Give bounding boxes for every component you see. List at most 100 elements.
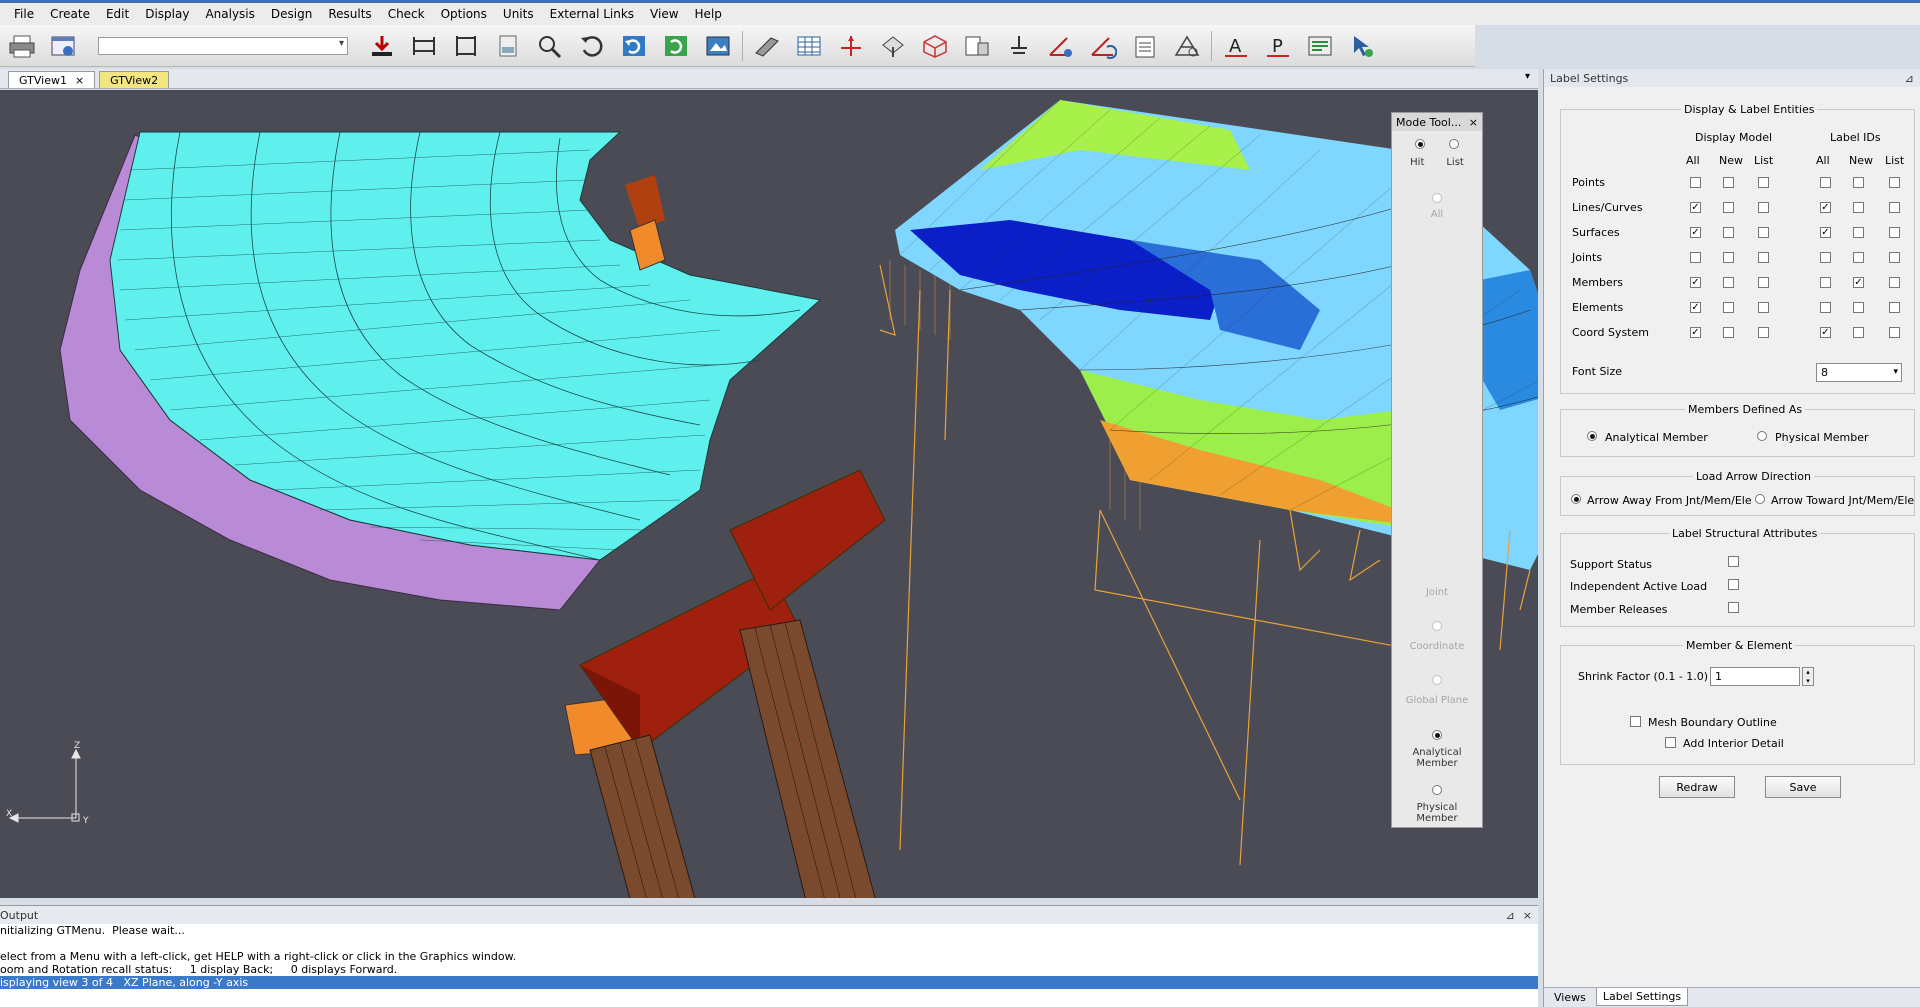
global-plane-radio[interactable] [1432,675,1442,685]
entity-checkbox[interactable] [1889,302,1900,313]
settings-icon[interactable] [1302,29,1338,63]
printer-icon[interactable] [4,29,40,63]
pin-icon[interactable]: ⊿ [1506,909,1515,922]
analytical-member-radio[interactable] [1432,730,1442,740]
close-icon[interactable]: × [1523,909,1532,922]
entity-checkbox[interactable] [1820,277,1831,288]
document-icon[interactable] [490,29,526,63]
hit-radio[interactable] [1415,139,1425,149]
frame-view-icon[interactable] [406,29,442,63]
all-radio[interactable] [1432,193,1442,203]
support-icon[interactable] [1001,29,1037,63]
list-radio[interactable] [1449,139,1459,149]
menu-create[interactable]: Create [42,7,98,21]
entity-checkbox[interactable] [1758,227,1769,238]
font-size-select[interactable]: 8 ▾ [1816,363,1902,382]
entity-checkbox[interactable] [1690,252,1701,263]
menu-file[interactable]: File [6,7,42,21]
tab-gtview2[interactable]: GTView2 [99,71,170,88]
entity-checkbox[interactable] [1758,177,1769,188]
frame-icon[interactable] [448,29,484,63]
entity-checkbox[interactable] [1853,252,1864,263]
entity-checkbox[interactable] [1690,177,1701,188]
entity-checkbox[interactable]: ✓ [1690,227,1701,238]
independent-load-checkbox[interactable] [1728,579,1739,590]
entity-checkbox[interactable] [1723,327,1734,338]
entity-checkbox[interactable] [1853,327,1864,338]
entity-checkbox[interactable]: ✓ [1690,277,1701,288]
pointer-icon[interactable] [1344,29,1380,63]
pin-icon[interactable]: ⊿ [1905,72,1914,85]
entity-checkbox[interactable] [1723,202,1734,213]
arrow-toward-radio[interactable] [1755,494,1765,504]
refresh-icon[interactable] [616,29,652,63]
entity-checkbox[interactable] [1853,227,1864,238]
entity-checkbox[interactable]: ✓ [1820,227,1831,238]
entity-checkbox[interactable]: ✓ [1820,202,1831,213]
entity-checkbox[interactable]: ✓ [1690,302,1701,313]
axis-icon[interactable] [833,29,869,63]
menu-help[interactable]: Help [687,7,730,21]
entity-checkbox[interactable] [1723,227,1734,238]
menu-results[interactable]: Results [320,7,379,21]
analytical-member-option-radio[interactable] [1587,431,1597,441]
menu-design[interactable]: Design [263,7,320,21]
entity-checkbox[interactable] [1723,277,1734,288]
entity-checkbox[interactable] [1758,277,1769,288]
entity-checkbox[interactable] [1889,227,1900,238]
redraw-button[interactable]: Redraw [1659,776,1735,798]
entity-checkbox[interactable] [1889,277,1900,288]
physical-member-radio[interactable] [1432,785,1442,795]
entity-checkbox[interactable] [1889,177,1900,188]
support-status-checkbox[interactable] [1728,556,1739,567]
entity-checkbox[interactable]: ✓ [1820,327,1831,338]
entity-checkbox[interactable] [1758,202,1769,213]
tab-views[interactable]: Views [1548,988,1592,1006]
angle-icon[interactable] [1043,29,1079,63]
entity-checkbox[interactable]: ✓ [1853,277,1864,288]
plane-icon[interactable] [749,29,785,63]
model-info-icon[interactable] [46,29,82,63]
close-icon[interactable]: × [75,74,84,87]
save-button[interactable]: Save [1765,776,1841,798]
download-icon[interactable] [364,29,400,63]
rotate-icon[interactable] [1085,29,1121,63]
entity-checkbox[interactable]: ✓ [1690,202,1701,213]
entity-checkbox[interactable] [1853,202,1864,213]
entity-checkbox[interactable] [1889,202,1900,213]
shrink-factor-input[interactable]: 1 [1710,667,1800,686]
redraw-icon[interactable] [658,29,694,63]
structure-icon[interactable] [1169,29,1205,63]
add-interior-checkbox[interactable] [1665,737,1676,748]
member-releases-checkbox[interactable] [1728,602,1739,613]
mesh-boundary-checkbox[interactable] [1630,716,1641,727]
view-selector-combo[interactable] [98,36,348,55]
spinner-icon[interactable]: ▴ ▾ [1802,667,1814,686]
entity-checkbox[interactable] [1723,177,1734,188]
entity-checkbox[interactable] [1723,302,1734,313]
entity-checkbox[interactable] [1820,177,1831,188]
view-image-icon[interactable] [700,29,736,63]
menu-view[interactable]: View [642,7,686,21]
menu-edit[interactable]: Edit [98,7,137,21]
coordinate-radio[interactable] [1432,621,1442,631]
menu-display[interactable]: Display [137,7,197,21]
entity-checkbox[interactable] [1758,302,1769,313]
entity-checkbox[interactable] [1889,252,1900,263]
clipboard-icon[interactable] [1127,29,1163,63]
entity-checkbox[interactable] [1820,302,1831,313]
entity-checkbox[interactable] [1758,252,1769,263]
tab-label-settings[interactable]: Label Settings [1595,988,1689,1006]
entity-checkbox[interactable] [1889,327,1900,338]
tab-list-arrow-icon[interactable]: ▾ [1525,71,1530,82]
close-icon[interactable]: × [1469,116,1478,129]
properties-icon[interactable] [959,29,995,63]
label-p-icon[interactable]: P [1260,29,1296,63]
menu-external-links[interactable]: External Links [542,7,642,21]
tab-gtview1[interactable]: GTView1 × [8,71,96,88]
entity-checkbox[interactable] [1853,177,1864,188]
entity-checkbox[interactable]: ✓ [1690,327,1701,338]
menu-options[interactable]: Options [433,7,495,21]
menu-analysis[interactable]: Analysis [197,7,262,21]
arrow-away-radio[interactable] [1571,494,1581,504]
